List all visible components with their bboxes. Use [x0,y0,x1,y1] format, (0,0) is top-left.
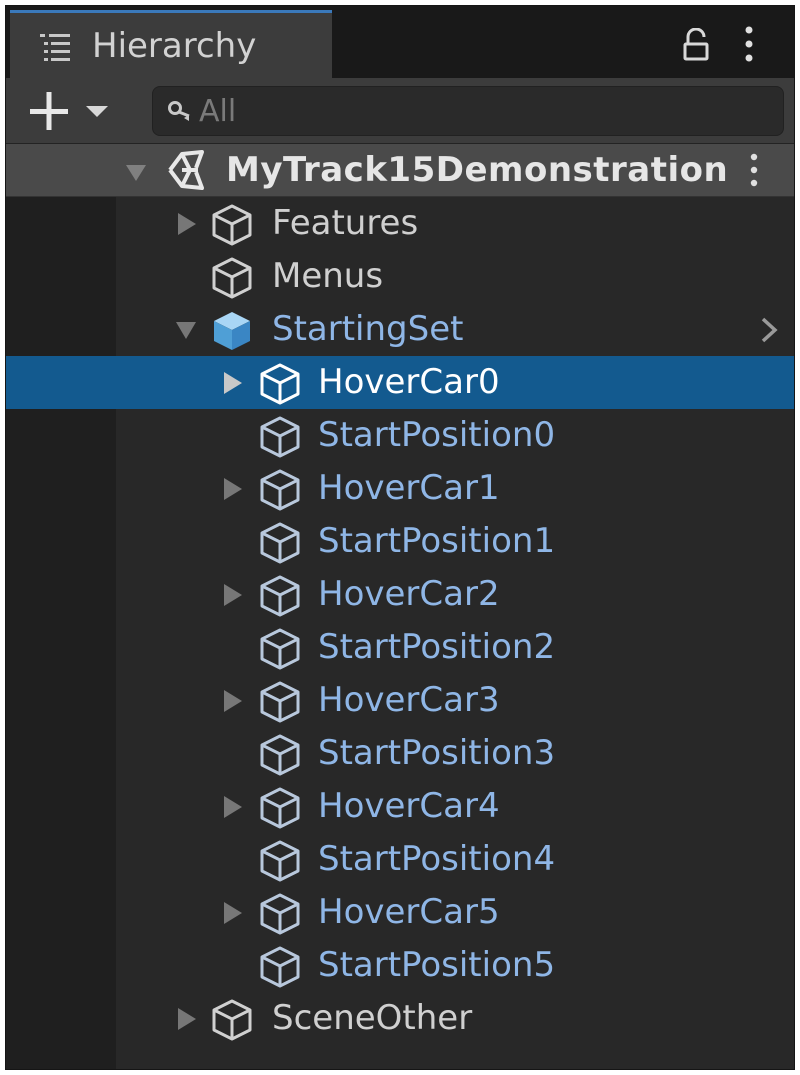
search-input[interactable] [199,91,759,131]
expand-arrow-icon[interactable] [220,794,244,820]
tree-item-hovercar5[interactable]: HoverCar5 [6,886,794,939]
caret-down-icon [86,106,108,117]
cube-icon [260,681,300,723]
cube-icon [212,204,252,246]
tree-item-sceneother[interactable]: SceneOther [6,992,794,1045]
chevron-right-icon[interactable] [758,315,780,345]
scene-more-icon[interactable] [748,152,760,188]
cube-icon [260,363,300,405]
tree-item-hovercar3[interactable]: HoverCar3 [6,674,794,727]
tree-item-startposition2[interactable]: StartPosition2 [6,621,794,674]
cube-icon [260,469,300,511]
tree-item-label: Features [272,203,419,243]
hierarchy-panel: Hierarchy All MyTrack15Demonstration Fea… [5,5,795,1070]
cube-icon [212,999,252,1041]
tree-item-hovercar2[interactable]: HoverCar2 [6,568,794,621]
tree-item-label: HoverCar2 [318,574,500,614]
tree-item-hovercar4[interactable]: HoverCar4 [6,780,794,833]
cube-icon [212,257,252,299]
expand-arrow-icon[interactable] [124,160,148,186]
prefab-cube-icon [214,312,250,350]
tree-item-label: HoverCar4 [318,786,500,826]
tree-item-label: HoverCar0 [318,362,500,402]
tree-item-hovercar1[interactable]: HoverCar1 [6,462,794,515]
tree-item-label: StartPosition2 [318,627,556,667]
expand-arrow-icon[interactable] [220,582,244,608]
cube-icon [260,628,300,670]
plus-icon [30,92,68,130]
cube-icon [260,734,300,776]
tree-item-startposition1[interactable]: StartPosition1 [6,515,794,568]
expand-arrow-icon[interactable] [220,688,244,714]
tree-item-label: StartPosition3 [318,733,556,773]
tree-item-label: HoverCar5 [318,892,500,932]
tree-item-menus[interactable]: Menus [6,250,794,303]
cube-icon [260,416,300,458]
tree-item-label: HoverCar3 [318,680,500,720]
tree-item-label: StartPosition0 [318,415,556,455]
add-object-button[interactable] [26,88,116,134]
list-icon [40,34,70,61]
tree-item-startposition3[interactable]: StartPosition3 [6,727,794,780]
scene-label: MyTrack15Demonstration [226,150,726,190]
search-field[interactable] [152,86,784,136]
tree-item-startposition4[interactable]: StartPosition4 [6,833,794,886]
expand-arrow-icon[interactable] [220,370,244,396]
cube-icon [260,893,300,935]
tree-item-label: StartingSet [272,309,464,349]
collapse-arrow-icon[interactable] [174,317,198,343]
panel-title: Hierarchy [92,26,257,66]
search-icon [168,101,190,121]
tree-item-startposition0[interactable]: StartPosition0 [6,409,794,462]
tab-bar: Hierarchy [6,6,794,78]
expand-arrow-icon[interactable] [174,1006,198,1032]
tree-item-features[interactable]: Features [6,197,794,250]
cube-icon [260,946,300,988]
tree-item-label: Menus [272,256,384,296]
tree-item-label: SceneOther [272,998,473,1038]
tree-item-label: HoverCar1 [318,468,500,508]
hierarchy-tree: MyTrack15Demonstration Features Menus St… [6,144,794,1069]
expand-arrow-icon[interactable] [174,211,198,237]
tree-item-hovercar0[interactable]: HoverCar0 [6,356,794,409]
tab-hierarchy[interactable]: Hierarchy [10,10,332,78]
expand-arrow-icon[interactable] [220,476,244,502]
tree-item-label: StartPosition4 [318,839,556,879]
more-vert-icon[interactable] [742,24,756,64]
cube-icon [260,575,300,617]
tree-item-label: StartPosition5 [318,945,556,985]
lock-icon[interactable] [682,28,710,62]
expand-arrow-icon[interactable] [220,900,244,926]
unity-logo-icon [168,150,204,190]
tree-item-startposition5[interactable]: StartPosition5 [6,939,794,992]
cube-icon [260,522,300,564]
cube-icon [260,787,300,829]
tree-item-label: StartPosition1 [318,521,556,561]
cube-icon [260,840,300,882]
toolbar [6,78,794,144]
scene-row[interactable]: MyTrack15Demonstration [6,144,794,197]
tree-item-startingset[interactable]: StartingSet [6,303,794,356]
